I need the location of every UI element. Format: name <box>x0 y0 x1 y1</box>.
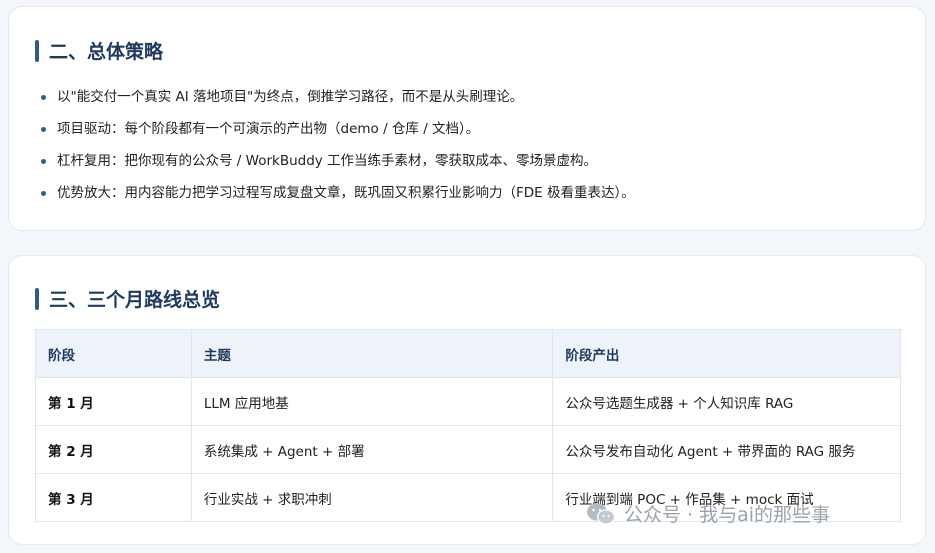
list-item-text: 项目驱动：每个阶段都有一个可演示的产出物（demo / 仓库 / 文档）。 <box>57 121 480 137</box>
cell-stage: 第 2 月 <box>35 425 192 474</box>
strategy-card: 二、总体策略 以"能交付一个真实 AI 落地项目"为终点，倒推学习路径，而不是从… <box>8 6 926 231</box>
cell-topic: 行业实战 + 求职冲刺 <box>190 473 554 522</box>
table-row: 第 1 月 LLM 应用地基 公众号选题生成器 + 个人知识库 RAG <box>35 377 901 426</box>
heading-accent-bar <box>35 39 39 62</box>
watermark-text: 公众号 · 我与ai的那些事 <box>624 504 831 526</box>
strategy-list: 以"能交付一个真实 AI 落地项目"为终点，倒推学习路径，而不是从头刷理论。 项… <box>37 81 635 209</box>
bullet-dot <box>41 127 46 132</box>
roadmap-table: 阶段 主题 阶段产出 第 1 月 LLM 应用地基 公众号选题生成器 + 个人知… <box>35 329 901 522</box>
cell-topic: LLM 应用地基 <box>190 377 554 426</box>
bullet-dot <box>41 191 46 196</box>
section-heading: 二、总体策略 <box>35 37 163 64</box>
list-item-text: 以"能交付一个真实 AI 落地项目"为终点，倒推学习路径，而不是从头刷理论。 <box>57 89 524 105</box>
list-item: 以"能交付一个真实 AI 落地项目"为终点，倒推学习路径，而不是从头刷理论。 <box>37 81 635 113</box>
section-title: 三、三个月路线总览 <box>49 289 221 311</box>
watermark: 公众号 · 我与ai的那些事 <box>586 500 830 527</box>
cell-topic: 系统集成 + Agent + 部署 <box>190 425 554 474</box>
table-header-row: 阶段 主题 阶段产出 <box>35 329 901 378</box>
section-title: 二、总体策略 <box>49 41 164 63</box>
list-item: 优势放大：用内容能力把学习过程写成复盘文章，既巩固又积累行业影响力（FDE 极看… <box>37 177 635 209</box>
cell-stage: 第 3 月 <box>35 473 192 522</box>
table-row: 第 2 月 系统集成 + Agent + 部署 公众号发布自动化 Agent +… <box>35 425 901 474</box>
column-header-output: 阶段产出 <box>552 329 901 378</box>
heading-accent-bar <box>35 287 39 310</box>
bullet-dot <box>41 159 46 164</box>
list-item: 杠杆复用：把你现有的公众号 / WorkBuddy 工作当练手素材，零获取成本、… <box>37 145 635 177</box>
section-heading: 三、三个月路线总览 <box>35 285 220 312</box>
cell-stage: 第 1 月 <box>35 377 192 426</box>
list-item-text: 杠杆复用：把你现有的公众号 / WorkBuddy 工作当练手素材，零获取成本、… <box>57 153 598 169</box>
column-header-stage: 阶段 <box>35 329 192 378</box>
wechat-icon <box>587 503 616 525</box>
cell-output: 公众号选题生成器 + 个人知识库 RAG <box>552 377 901 426</box>
column-header-topic: 主题 <box>190 329 554 378</box>
bullet-dot <box>41 95 46 100</box>
list-item: 项目驱动：每个阶段都有一个可演示的产出物（demo / 仓库 / 文档）。 <box>37 113 635 145</box>
list-item-text: 优势放大：用内容能力把学习过程写成复盘文章，既巩固又积累行业影响力（FDE 极看… <box>57 185 635 201</box>
cell-output: 公众号发布自动化 Agent + 带界面的 RAG 服务 <box>552 425 901 474</box>
